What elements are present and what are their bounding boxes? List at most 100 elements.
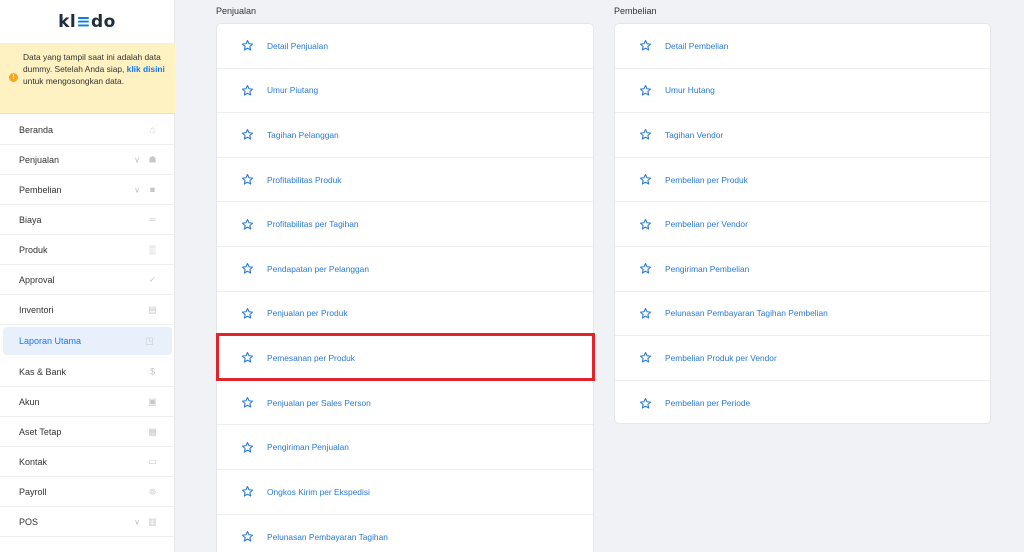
highlight-box — [216, 333, 595, 381]
sidebar-item-icons: ∨ ■ — [134, 185, 157, 195]
report-link[interactable]: Profitabilitas per Tagihan — [267, 219, 359, 229]
sidebar-item-label: Beranda — [19, 124, 54, 135]
sidebar-item-icons: ⊚ — [148, 487, 157, 496]
clear-data-link[interactable]: klik disini — [127, 64, 165, 74]
sidebar-item-aset-tetap[interactable]: Aset Tetap ▦ — [0, 417, 175, 447]
report-link[interactable]: Detail Penjualan — [267, 41, 328, 51]
report-item-detail-pembelian[interactable]: Detail Pembelian — [615, 24, 990, 69]
star-icon[interactable] — [639, 84, 652, 97]
chevron-down-icon[interactable]: ∨ — [134, 155, 140, 164]
sidebar-item-icons: $ — [148, 367, 157, 376]
report-link[interactable]: Umur Hutang — [665, 85, 715, 95]
star-icon[interactable] — [241, 441, 254, 454]
kledo-logo[interactable]: kl ≡ do — [0, 0, 174, 43]
star-icon[interactable] — [241, 307, 254, 320]
sidebar-item-label: Approval — [19, 274, 55, 285]
sidebar-item-icons: ▦ — [148, 427, 157, 436]
card-icon: ═ — [149, 214, 156, 224]
sidebar-item-icons: ▣ — [148, 397, 157, 406]
sidebar-item-beranda[interactable]: Beranda ⌂ — [0, 115, 175, 145]
report-item-umur-piutang[interactable]: Umur Piutang — [217, 69, 593, 114]
report-item-tagihan-pelanggan[interactable]: Tagihan Pelanggan — [217, 113, 593, 158]
report-item-pengiriman-penjualan[interactable]: Pengiriman Penjualan — [217, 425, 593, 470]
report-item-detail-penjualan[interactable]: Detail Penjualan — [217, 24, 593, 69]
contact-icon: ▭ — [148, 456, 157, 466]
report-link[interactable]: Penjualan per Produk — [267, 308, 348, 318]
inventory-icon: ▤ — [148, 304, 157, 314]
report-item-tagihan-vendor[interactable]: Tagihan Vendor — [615, 113, 990, 158]
report-link[interactable]: Pembelian per Produk — [665, 175, 748, 185]
sidebar-item-icons: ▒ — [148, 245, 157, 254]
star-icon[interactable] — [241, 84, 254, 97]
star-icon[interactable] — [241, 218, 254, 231]
report-link[interactable]: Pengiriman Penjualan — [267, 442, 349, 452]
star-icon[interactable] — [639, 351, 652, 364]
report-link[interactable]: Umur Piutang — [267, 85, 318, 95]
sidebar-item-icons: ═ — [148, 215, 157, 224]
report-item-pembelian-per-produk[interactable]: Pembelian per Produk — [615, 158, 990, 203]
pembelian-report-list: Detail Pembelian Umur Hutang Tagihan Vendo… — [614, 23, 991, 424]
sidebar-item-label: Pembelian — [19, 184, 62, 195]
dummy-data-notice: ! Data yang tampil saat ini adalah data … — [0, 43, 175, 114]
report-item-ongkos-kirim-per-ekspedisi[interactable]: Ongkos Kirim per Ekspedisi — [217, 470, 593, 515]
sidebar-item-label: Biaya — [19, 214, 42, 225]
report-item-pelunasan-pembayaran-tagihan[interactable]: Pelunasan Pembayaran Tagihan — [217, 515, 593, 552]
star-icon[interactable] — [241, 485, 254, 498]
sidebar-item-inventori[interactable]: Inventori ▤ — [0, 295, 175, 325]
sidebar-item-payroll[interactable]: Payroll ⊚ — [0, 477, 175, 507]
sidebar-item-akun[interactable]: Akun ▣ — [0, 387, 175, 417]
report-link[interactable]: Detail Pembelian — [665, 41, 728, 51]
star-icon[interactable] — [241, 262, 254, 275]
sidebar-item-approval[interactable]: Approval ✓ — [0, 265, 175, 295]
report-item-pembelian-produk-per-vendor[interactable]: Pembelian Produk per Vendor — [615, 336, 990, 381]
star-icon[interactable] — [639, 218, 652, 231]
sidebar-item-kontak[interactable]: Kontak ▭ — [0, 447, 175, 477]
star-icon[interactable] — [241, 128, 254, 141]
star-icon[interactable] — [639, 128, 652, 141]
chevron-down-icon[interactable]: ∨ — [134, 185, 140, 194]
report-link[interactable]: Pelunasan Pembayaran Tagihan — [267, 532, 388, 542]
sidebar-item-penjualan[interactable]: Penjualan ∨ ☗ — [0, 145, 175, 175]
report-item-profitabilitas-produk[interactable]: Profitabilitas Produk — [217, 158, 593, 203]
star-icon[interactable] — [241, 173, 254, 186]
star-icon[interactable] — [639, 262, 652, 275]
sidebar-item-icons: ✓ — [148, 275, 157, 284]
report-item-pembelian-per-periode[interactable]: Pembelian per Periode — [615, 381, 990, 426]
dollar-icon: $ — [149, 366, 155, 376]
report-link[interactable]: Profitabilitas Produk — [267, 175, 341, 185]
report-item-pengiriman-pembelian[interactable]: Pengiriman Pembelian — [615, 247, 990, 292]
star-icon[interactable] — [639, 39, 652, 52]
star-icon[interactable] — [639, 307, 652, 320]
sidebar-item-laporan-utama[interactable]: Laporan Utama ◳ — [3, 327, 172, 355]
star-icon[interactable] — [639, 173, 652, 186]
report-link[interactable]: Pembelian Produk per Vendor — [665, 353, 777, 363]
report-item-umur-hutang[interactable]: Umur Hutang — [615, 69, 990, 114]
sidebar-item-kas-bank[interactable]: Kas & Bank $ — [0, 357, 175, 387]
sidebar-item-biaya[interactable]: Biaya ═ — [0, 205, 175, 235]
star-icon[interactable] — [639, 397, 652, 410]
report-link[interactable]: Pendapatan per Pelanggan — [267, 264, 369, 274]
report-item-penjualan-per-produk[interactable]: Penjualan per Produk — [217, 292, 593, 337]
report-item-pelunasan-pembayaran-tagihan-pembelian[interactable]: Pelunasan Pembayaran Tagihan Pembelian — [615, 292, 990, 337]
report-link[interactable]: Tagihan Pelanggan — [267, 130, 339, 140]
star-icon[interactable] — [241, 39, 254, 52]
report-link[interactable]: Penjualan per Sales Person — [267, 398, 371, 408]
report-link[interactable]: Pengiriman Pembelian — [665, 264, 749, 274]
star-icon[interactable] — [241, 530, 254, 543]
penjualan-report-list: Detail Penjualan Umur Piutang Tagihan Pela… — [216, 23, 594, 552]
report-item-penjualan-per-sales-person[interactable]: Penjualan per Sales Person — [217, 381, 593, 426]
ledger-icon: ▣ — [148, 396, 157, 406]
sidebar-item-produk[interactable]: Produk ▒ — [0, 235, 175, 265]
report-item-pendapatan-per-pelanggan[interactable]: Pendapatan per Pelanggan — [217, 247, 593, 292]
chevron-down-icon[interactable]: ∨ — [134, 517, 140, 526]
sidebar-item-pos[interactable]: POS ∨ ▥ — [0, 507, 175, 537]
report-link[interactable]: Tagihan Vendor — [665, 130, 723, 140]
report-link[interactable]: Pelunasan Pembayaran Tagihan Pembelian — [665, 308, 828, 318]
report-link[interactable]: Pembelian per Periode — [665, 398, 750, 408]
report-link[interactable]: Ongkos Kirim per Ekspedisi — [267, 487, 370, 497]
star-icon[interactable] — [241, 396, 254, 409]
report-link[interactable]: Pembelian per Vendor — [665, 219, 748, 229]
sidebar-item-pembelian[interactable]: Pembelian ∨ ■ — [0, 175, 175, 205]
report-item-profitabilitas-per-tagihan[interactable]: Profitabilitas per Tagihan — [217, 202, 593, 247]
report-item-pembelian-per-vendor[interactable]: Pembelian per Vendor — [615, 202, 990, 247]
